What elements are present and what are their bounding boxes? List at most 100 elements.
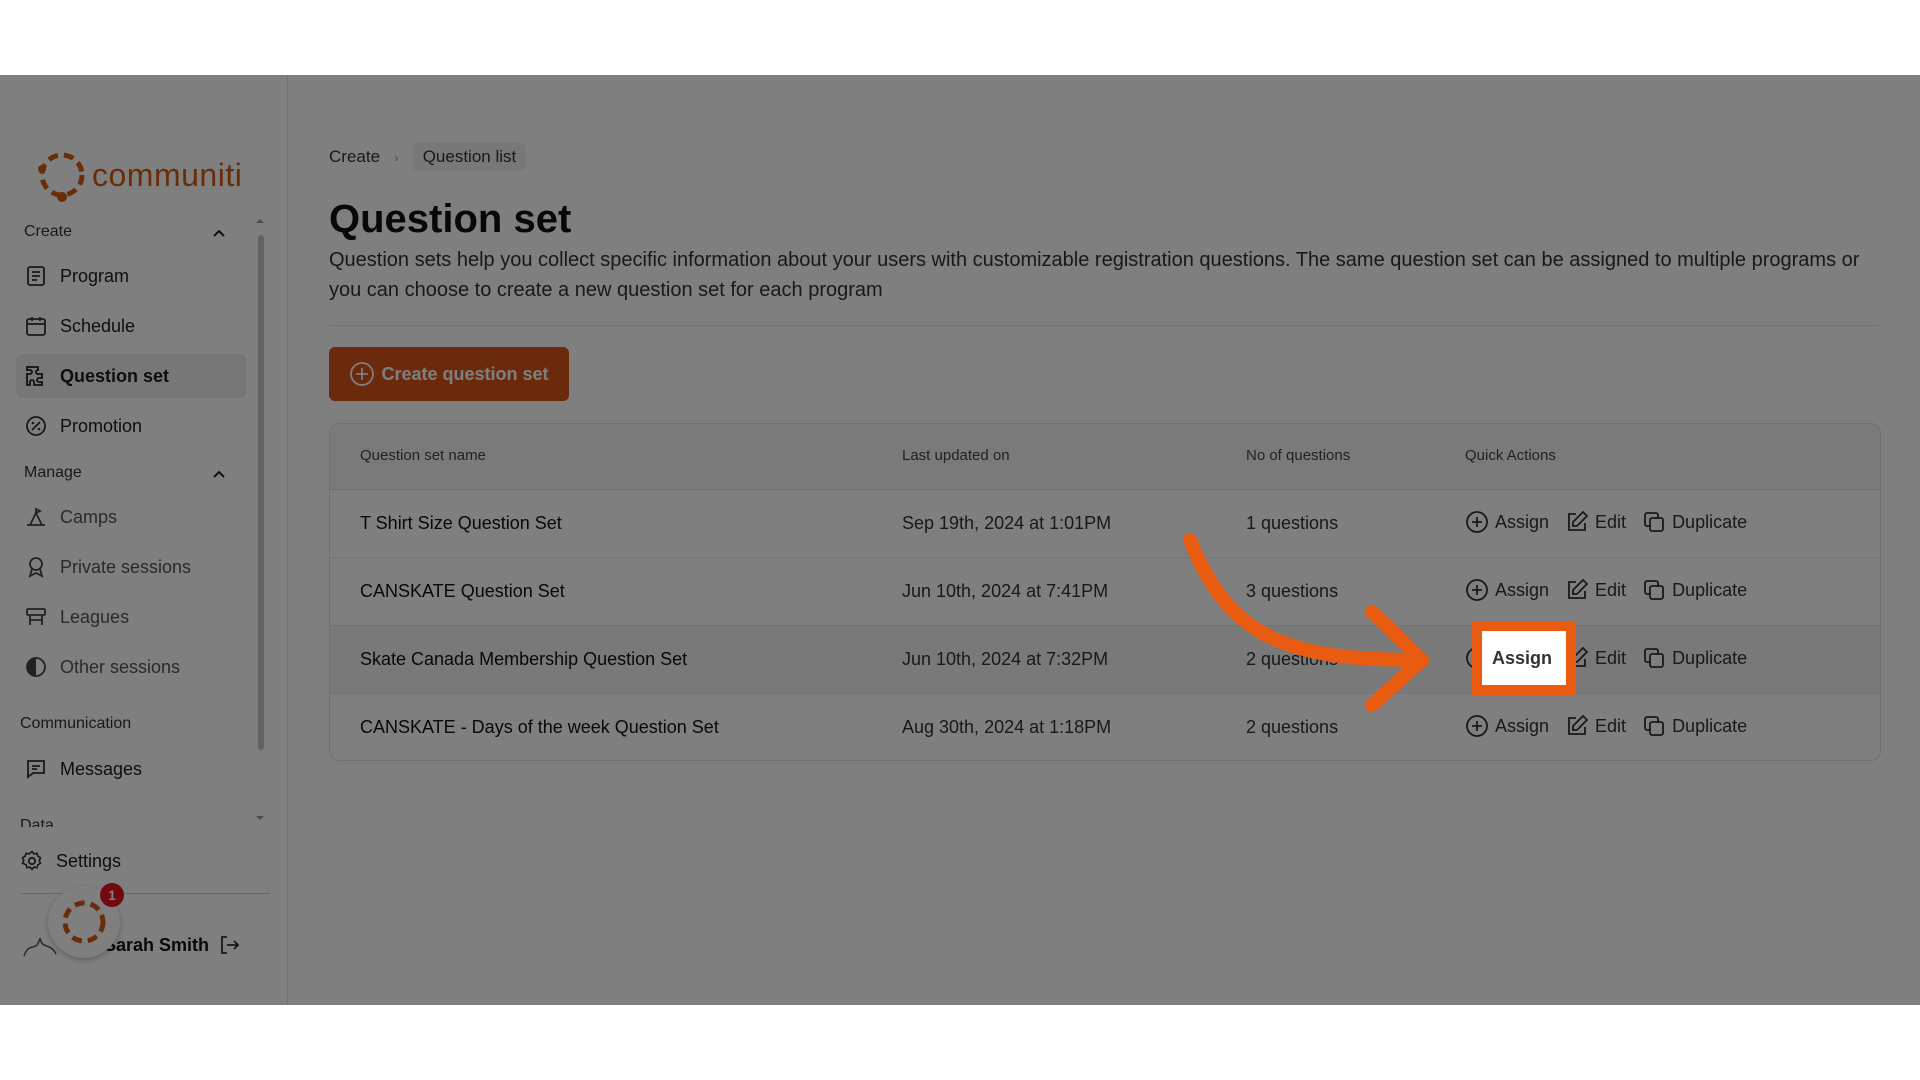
letterbox-bottom — [0, 1005, 1920, 1080]
plus-circle-icon — [1466, 715, 1488, 737]
sidebar-item-schedule[interactable]: Schedule — [16, 304, 246, 348]
chevron-up-icon[interactable] — [212, 226, 226, 240]
edit-label: Edit — [1595, 647, 1627, 668]
table-row: CANSKATE - Days of the week Question Set… — [330, 694, 1880, 760]
highlight-box — [1472, 621, 1576, 695]
award-icon — [28, 557, 44, 578]
main-content: Create › Question list Question set Ques… — [289, 75, 1920, 1005]
communiti-logo[interactable]: communiti — [34, 147, 242, 203]
duplicate-button[interactable]: Duplicate — [1642, 646, 1747, 670]
section-label-create: Create — [24, 223, 73, 240]
sidebar-item-label: Question set — [60, 365, 170, 386]
chevron-down-icon[interactable] — [254, 812, 266, 824]
assign-label: Assign — [1495, 579, 1550, 600]
table-row: Skate Canada Membership Question Set Jun… — [330, 626, 1880, 694]
question-set-table: Question set name Last updated on No of … — [329, 423, 1881, 761]
duplicate-button[interactable]: Duplicate — [1642, 510, 1747, 534]
edit-button[interactable]: Edit — [1565, 714, 1626, 738]
column-header: Question set name — [360, 447, 486, 464]
sidebar-item-camps[interactable]: Camps — [16, 495, 246, 539]
sidebar-divider — [20, 893, 270, 894]
cell-count: 1 questions — [1246, 513, 1339, 533]
create-button-label: Create question set — [381, 363, 549, 384]
sidebar-item-label: Schedule — [60, 315, 136, 336]
breadcrumb: Create › Question list — [329, 143, 527, 171]
assign-button[interactable]: Assign — [1465, 714, 1549, 738]
cell-count: 2 questions — [1246, 717, 1339, 737]
table-row: CANSKATE Question Set Jun 10th, 2024 at … — [330, 558, 1880, 626]
edit-icon — [1568, 510, 1589, 531]
duplicate-icon — [1644, 512, 1664, 532]
assign-label: Assign — [1495, 715, 1550, 736]
page-description: Question sets help you collect specific … — [329, 249, 1860, 301]
quick-actions: Assign Edit Duplicate — [1465, 578, 1763, 602]
puzzle-icon — [26, 366, 43, 386]
sidebar-item-settings[interactable]: Settings — [12, 839, 242, 883]
column-header: Last updated on — [902, 447, 1010, 464]
edit-label: Edit — [1595, 511, 1627, 532]
sidebar-item-label: Leagues — [60, 606, 130, 627]
camp-icon — [27, 507, 45, 526]
sidebar-item-leagues[interactable]: Leagues — [16, 595, 246, 639]
chevron-right-icon: › — [394, 149, 399, 165]
sidebar-item-label: Messages — [60, 758, 143, 779]
divider — [329, 325, 1879, 326]
sidebar-item-question-set[interactable]: Question set — [16, 354, 246, 398]
league-icon — [26, 608, 46, 625]
cell-updated: Aug 30th, 2024 at 1:18PM — [902, 717, 1112, 737]
percent-icon — [26, 416, 46, 436]
cell-updated: Sep 19th, 2024 at 1:01PM — [902, 513, 1112, 533]
sidebar-item-promotion[interactable]: Promotion — [16, 404, 246, 448]
duplicate-label: Duplicate — [1672, 647, 1748, 668]
duplicate-button[interactable]: Duplicate — [1642, 578, 1747, 602]
edit-label: Edit — [1595, 715, 1627, 736]
sidebar-item-private-sessions[interactable]: Private sessions — [16, 545, 246, 589]
chevron-up-icon[interactable] — [254, 215, 266, 227]
section-label-data: Data — [20, 817, 54, 827]
duplicate-label: Duplicate — [1672, 511, 1748, 532]
plus-circle-icon — [1466, 511, 1488, 533]
communiti-logo-icon — [62, 900, 106, 944]
section-label-communication: Communication — [20, 715, 132, 732]
sidebar-item-label: Other sessions — [60, 656, 181, 677]
logout-icon[interactable] — [217, 933, 241, 957]
table-header: Question set name Last updated on No of … — [330, 424, 1880, 490]
cell-name: T Shirt Size Question Set — [360, 513, 562, 533]
breadcrumb-current: Question list — [412, 143, 527, 171]
sidebar-item-label: Camps — [60, 506, 118, 527]
sidebar: communiti Create Program Schedule Questi… — [0, 75, 288, 1005]
cell-count: 2 questions — [1246, 649, 1339, 669]
breadcrumb-root[interactable]: Create — [329, 147, 380, 167]
sidebar-item-label: Program — [60, 265, 130, 286]
sidebar-item-label: Private sessions — [60, 556, 192, 577]
notification-badge: 1 — [100, 883, 124, 907]
chevron-up-icon[interactable] — [212, 467, 226, 481]
document-icon — [27, 266, 45, 286]
edit-icon — [1568, 714, 1589, 735]
assign-button[interactable]: Assign — [1465, 510, 1549, 534]
sidebar-item-label: Promotion — [60, 415, 143, 436]
cell-name: CANSKATE Question Set — [360, 581, 565, 601]
duplicate-button[interactable]: Duplicate — [1642, 714, 1747, 738]
sidebar-item-messages[interactable]: Messages — [16, 747, 246, 791]
edit-button[interactable]: Edit — [1565, 578, 1626, 602]
sidebar-item-label: Settings — [56, 850, 122, 871]
communiti-logo-icon — [38, 152, 85, 202]
create-question-set-button[interactable]: Create question set — [329, 347, 569, 401]
duplicate-icon — [1644, 580, 1664, 600]
edit-icon — [1568, 578, 1589, 599]
section-label-manage: Manage — [24, 464, 82, 481]
app-frame: communiti Create Program Schedule Questi… — [0, 75, 1920, 1005]
edit-button[interactable]: Edit — [1565, 510, 1626, 534]
assign-label: Assign — [1495, 511, 1550, 532]
page-title: Question set — [329, 197, 572, 241]
assign-button[interactable]: Assign — [1465, 578, 1549, 602]
sidebar-item-program[interactable]: Program — [16, 254, 246, 298]
sidebar-item-other-sessions[interactable]: Other sessions — [16, 645, 246, 689]
duplicate-icon — [1644, 648, 1664, 668]
message-icon — [27, 760, 45, 779]
calendar-icon — [26, 317, 46, 336]
table-row: T Shirt Size Question Set Sep 19th, 2024… — [330, 490, 1880, 558]
sidebar-scrollbar[interactable] — [258, 235, 264, 750]
plus-circle-icon — [1466, 579, 1488, 601]
